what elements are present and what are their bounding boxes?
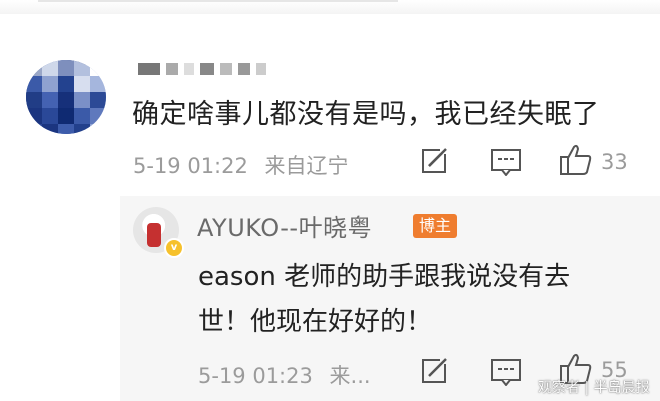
comment-icon[interactable] bbox=[489, 146, 523, 177]
blogger-badge: 博主 bbox=[413, 214, 457, 238]
verified-icon: v bbox=[164, 238, 184, 258]
weibo-comment-screen: 确定啥事儿都没有是吗，我已经失眠了 5-19 01:22 来自辽宁 33 v A… bbox=[0, 0, 660, 401]
like-icon[interactable] bbox=[558, 143, 594, 177]
commenter-avatar[interactable] bbox=[26, 60, 106, 134]
reply-location: 来... bbox=[329, 364, 371, 388]
reply-comment-icon[interactable] bbox=[489, 356, 523, 387]
watermark: 观察者 | 半岛晨报 bbox=[538, 380, 650, 396]
comment-time: 5-19 01:22 bbox=[133, 154, 248, 178]
reply-share-icon[interactable] bbox=[418, 356, 452, 386]
reply-text-line1: eason 老师的助手跟我说没有去 bbox=[198, 262, 571, 292]
reply-text-line2: 世！他现在好好的！ bbox=[198, 307, 433, 337]
avatar-figure bbox=[147, 223, 161, 247]
comment-text: 确定啥事儿都没有是吗，我已经失眠了 bbox=[132, 99, 600, 130]
comment-like-count: 33 bbox=[601, 150, 628, 174]
reply-author-name[interactable]: AYUKO--叶晓粤 bbox=[197, 208, 372, 243]
reply-time: 5-19 01:23 bbox=[198, 364, 313, 388]
top-divider bbox=[0, 0, 660, 14]
comment-location: 来自辽宁 bbox=[264, 154, 349, 178]
share-icon[interactable] bbox=[418, 146, 452, 176]
top-separator bbox=[38, 0, 398, 2]
comment-meta: 5-19 01:22 来自辽宁 bbox=[133, 150, 349, 180]
commenter-name-pixelated[interactable] bbox=[138, 63, 266, 77]
reply-meta: 5-19 01:23 来... bbox=[198, 360, 371, 390]
